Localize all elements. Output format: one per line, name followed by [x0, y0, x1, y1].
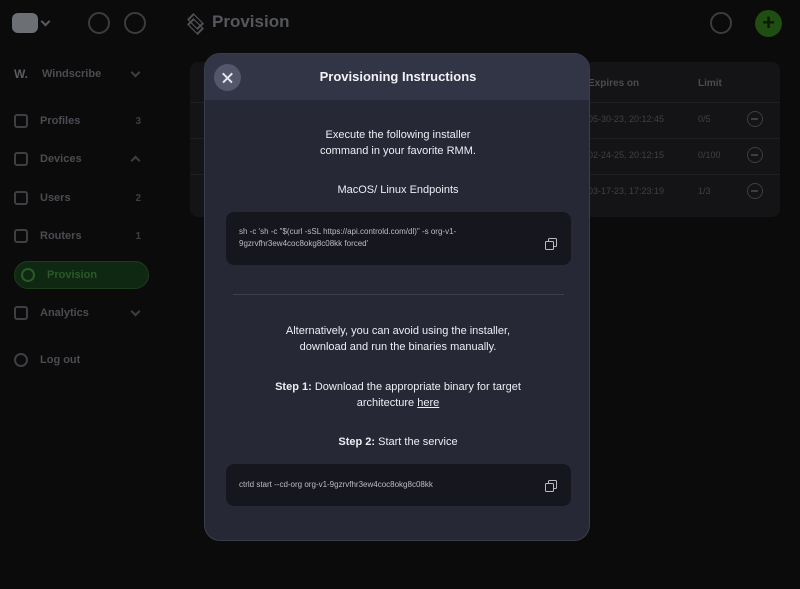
org-logo-menu[interactable]: [12, 12, 52, 34]
chevron-down-icon: [130, 67, 141, 77]
install-command-box[interactable]: sh -c 'sh -c "$(curl -sSL https://api.co…: [226, 212, 571, 265]
limit-cell: 0/5: [698, 114, 711, 124]
start-command-box[interactable]: ctrld start --cd-org org-v1-9gzrvfhr3ew4…: [226, 464, 571, 506]
info-icon[interactable]: [88, 12, 110, 34]
step1-text: Step 1: Download the appropriate binary …: [225, 379, 571, 411]
controld-logo: [12, 13, 38, 33]
devices-icon: [14, 152, 28, 166]
chevron-down-icon: [130, 306, 141, 316]
alternative-line: download and run the binaries manually.: [299, 341, 497, 353]
modal-header: Provisioning Instructions: [205, 54, 589, 100]
profiles-icon: [14, 114, 28, 128]
step2-label: Step 2:: [338, 436, 376, 448]
users-icon: [14, 191, 28, 205]
sidebar-item-label: Users: [40, 192, 71, 204]
top-bar: Provision +: [0, 0, 800, 46]
divider: [233, 294, 564, 295]
copy-icon[interactable]: [545, 238, 557, 250]
start-command-text[interactable]: ctrld start --cd-org org-v1-9gzrvfhr3ew4…: [239, 479, 433, 491]
download-binary-link[interactable]: here: [417, 397, 439, 409]
limit-cell: 0/100: [698, 150, 721, 160]
copy-icon[interactable]: [545, 480, 557, 492]
sidebar-item-analytics[interactable]: Analytics: [14, 300, 149, 326]
chevron-up-icon: [130, 155, 141, 166]
expires-cell: 05-30-23, 20:12:45: [588, 114, 665, 124]
add-button[interactable]: +: [755, 10, 782, 37]
page-title: Provision: [212, 12, 290, 31]
sidebar-item-count: 1: [135, 230, 141, 242]
sidebar-item-label: Routers: [40, 230, 82, 242]
remove-icon[interactable]: [747, 147, 763, 163]
sidebar-item-label: Devices: [40, 153, 82, 165]
provisioning-modal: Provisioning Instructions Execute the fo…: [204, 53, 590, 541]
logout-icon: [14, 353, 28, 367]
alternative-text: Alternatively, you can avoid using the i…: [225, 323, 571, 355]
step2-text: Step 2: Start the service: [225, 434, 571, 450]
alternative-line: Alternatively, you can avoid using the i…: [285, 325, 511, 337]
intro-line: Execute the following installer: [325, 129, 471, 141]
sidebar-item-routers[interactable]: Routers 1: [14, 223, 149, 249]
sidebar-item-provision[interactable]: Provision: [14, 261, 149, 289]
step1-line: architecture here: [225, 395, 571, 411]
layers-icon: [186, 14, 202, 30]
sidebar-item-devices[interactable]: Devices: [14, 146, 149, 172]
org-switcher[interactable]: W. Windscribe: [14, 61, 149, 87]
sidebar-item-label: Provision: [47, 269, 98, 281]
sidebar-item-label: Analytics: [40, 307, 89, 319]
provision-icon: [21, 268, 35, 282]
sidebar-item-count: 2: [135, 192, 141, 204]
help-icon[interactable]: [710, 12, 732, 34]
chevron-down-icon: [40, 16, 51, 26]
step2-description: Start the service: [378, 436, 458, 448]
column-header-expires: Expires on: [588, 78, 640, 89]
limit-cell: 1/3: [698, 186, 711, 196]
intro-line: command in your favorite RMM.: [320, 145, 476, 157]
step1-description: Download the appropriate binary for targ…: [314, 381, 521, 393]
install-command-text[interactable]: sh -c 'sh -c "$(curl -sSL https://api.co…: [239, 226, 456, 250]
step1-line: Step 1: Download the appropriate binary …: [225, 379, 571, 395]
sidebar-item-count: 3: [135, 115, 141, 127]
sidebar-item-label: Log out: [40, 354, 81, 366]
org-name: Windscribe: [42, 68, 102, 80]
expires-cell: 02-24-25, 20:12:15: [588, 150, 665, 160]
sidebar-item-logout[interactable]: Log out: [14, 347, 149, 373]
analytics-icon: [14, 306, 28, 320]
org-initial: W.: [14, 67, 28, 81]
modal-title: Provisioning Instructions: [319, 69, 477, 84]
bell-icon[interactable]: [124, 12, 146, 34]
sidebar-item-users[interactable]: Users 2: [14, 185, 149, 211]
remove-icon[interactable]: [747, 111, 763, 127]
intro-text: Execute the following installer command …: [225, 127, 571, 159]
sidebar-item-profiles[interactable]: Profiles 3: [14, 108, 149, 134]
page-header: Provision: [186, 12, 289, 32]
command-line: 9gzrvfhr3ew4coc8okg8c08kk forced': [239, 239, 369, 248]
column-header-limit: Limit: [698, 78, 722, 89]
step1-label: Step 1:: [275, 381, 312, 393]
router-icon: [14, 229, 28, 243]
command-line: sh -c 'sh -c "$(curl -sSL https://api.co…: [239, 227, 457, 236]
platform-label: MacOS/ Linux Endpoints: [337, 184, 459, 196]
sidebar-item-label: Profiles: [40, 115, 81, 127]
expires-cell: 03-17-23, 17:23:19: [588, 186, 665, 196]
step1-description-cont: architecture: [356, 397, 415, 409]
remove-icon[interactable]: [747, 183, 763, 199]
